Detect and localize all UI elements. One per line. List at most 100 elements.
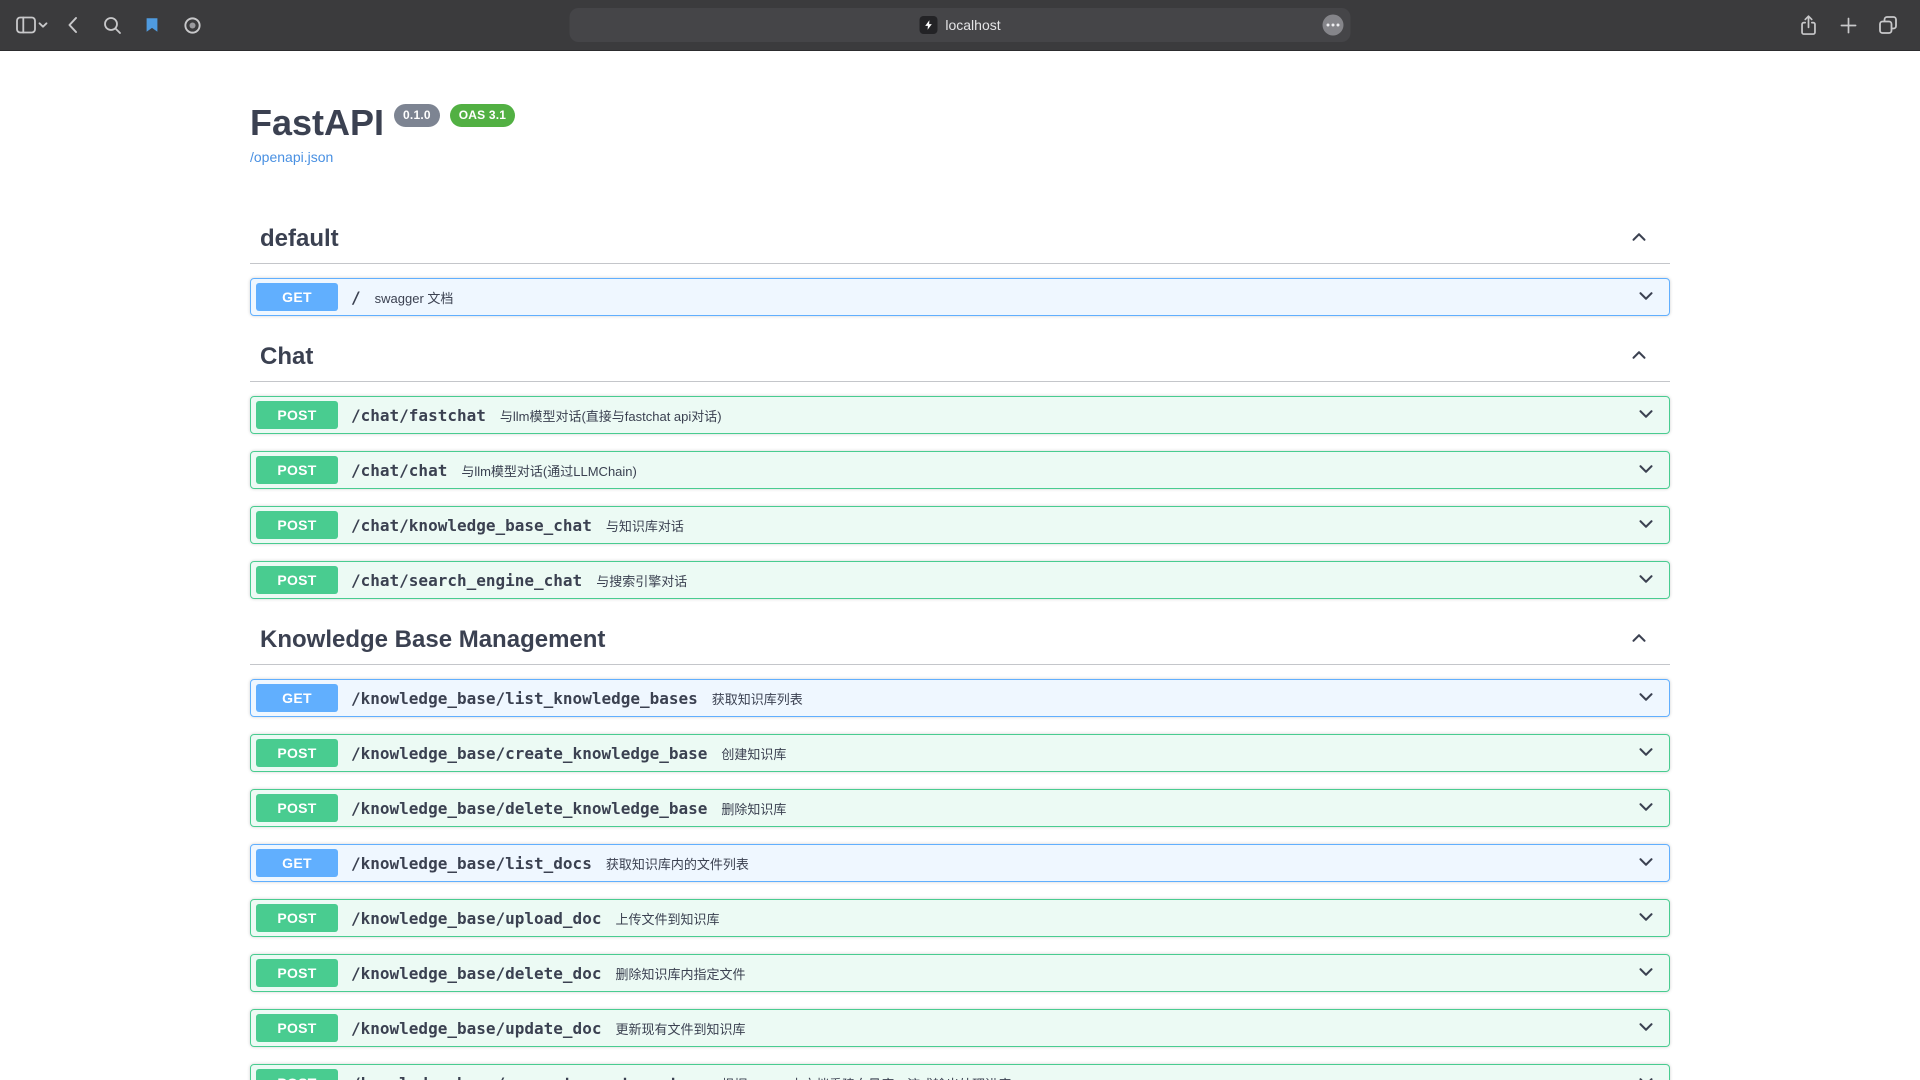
api-section: Knowledge Base Management GET /knowledge… bbox=[250, 616, 1670, 1080]
operation-path: /knowledge_base/upload_doc bbox=[351, 909, 601, 928]
operation-row[interactable]: POST /knowledge_base/delete_knowledge_ba… bbox=[250, 789, 1670, 827]
operation-summary: 更新现有文件到知识库 bbox=[615, 1019, 745, 1038]
operation-row[interactable]: POST /knowledge_base/upload_doc 上传文件到知识库 bbox=[250, 899, 1670, 937]
method-badge: POST bbox=[256, 456, 338, 484]
search-button[interactable] bbox=[94, 7, 130, 43]
back-button[interactable] bbox=[54, 7, 90, 43]
chevron-down-icon bbox=[1635, 741, 1657, 766]
api-info-block: FastAPI 0.1.0 OAS 3.1 /openapi.json bbox=[250, 101, 1670, 167]
site-favicon-bolt-icon bbox=[919, 16, 937, 34]
chevron-down-icon bbox=[1635, 285, 1657, 310]
expand-operation-button[interactable] bbox=[1629, 905, 1659, 932]
plus-icon bbox=[1840, 17, 1857, 34]
chevron-up-icon bbox=[1628, 226, 1650, 253]
api-title: FastAPI 0.1.0 OAS 3.1 bbox=[250, 101, 1670, 144]
method-badge: POST bbox=[256, 1069, 338, 1080]
openapi-spec-link[interactable]: /openapi.json bbox=[250, 149, 333, 165]
operation-row[interactable]: POST /chat/search_engine_chat 与搜索引擎对话 bbox=[250, 561, 1670, 599]
section-title: Knowledge Base Management bbox=[260, 626, 605, 654]
operation-row[interactable]: GET / swagger 文档 bbox=[250, 278, 1670, 316]
operation-row[interactable]: POST /chat/fastchat 与llm模型对话(直接与fastchat… bbox=[250, 396, 1670, 434]
method-badge: POST bbox=[256, 794, 338, 822]
ellipsis-icon bbox=[1327, 24, 1330, 27]
browser-toolbar: localhost bbox=[0, 0, 1920, 51]
expand-operation-button[interactable] bbox=[1629, 795, 1659, 822]
extension-record-button[interactable] bbox=[174, 7, 210, 43]
expand-operation-button[interactable] bbox=[1629, 402, 1659, 429]
operations: POST /chat/fastchat 与llm模型对话(直接与fastchat… bbox=[250, 396, 1670, 599]
operation-row[interactable]: POST /chat/chat 与llm模型对话(通过LLMChain) bbox=[250, 451, 1670, 489]
operation-summary: swagger 文档 bbox=[375, 288, 454, 307]
operation-summary: 删除知识库内指定文件 bbox=[615, 964, 745, 983]
operation-path: /knowledge_base/list_knowledge_bases bbox=[351, 689, 698, 708]
operation-summary: 创建知识库 bbox=[721, 744, 786, 763]
method-badge: POST bbox=[256, 401, 338, 429]
chevron-down-icon bbox=[38, 21, 48, 29]
expand-operation-button[interactable] bbox=[1629, 567, 1659, 594]
operation-path: /chat/knowledge_base_chat bbox=[351, 516, 592, 535]
operation-summary: 根据content中文档重建向量库，流式输出处理进度。 bbox=[721, 1074, 1024, 1080]
operation-summary: 与llm模型对话(通过LLMChain) bbox=[461, 461, 637, 480]
method-badge: POST bbox=[256, 904, 338, 932]
expand-operation-button[interactable] bbox=[1629, 740, 1659, 767]
operations: GET / swagger 文档 bbox=[250, 278, 1670, 316]
chevron-down-icon bbox=[1635, 513, 1657, 538]
search-icon bbox=[103, 16, 122, 35]
method-badge: POST bbox=[256, 566, 338, 594]
method-badge: POST bbox=[256, 511, 338, 539]
sidebar-toggle-button[interactable] bbox=[14, 7, 50, 43]
chevron-down-icon bbox=[1635, 961, 1657, 986]
operation-path: /knowledge_base/delete_doc bbox=[351, 964, 601, 983]
operation-row[interactable]: POST /knowledge_base/recreate_vector_sto… bbox=[250, 1064, 1670, 1080]
sections: default GET / swagger 文档 Chat POST /chat… bbox=[250, 215, 1670, 1080]
operation-path: /knowledge_base/delete_knowledge_base bbox=[351, 799, 707, 818]
extensions-menu-button[interactable] bbox=[1323, 15, 1344, 36]
expand-operation-button[interactable] bbox=[1629, 1015, 1659, 1042]
sidebar-icon bbox=[16, 16, 36, 34]
section-header[interactable]: Chat bbox=[250, 333, 1670, 382]
section-header[interactable]: default bbox=[250, 215, 1670, 264]
swagger-wrapper: FastAPI 0.1.0 OAS 3.1 /openapi.json defa… bbox=[230, 101, 1690, 1080]
method-badge: GET bbox=[256, 283, 338, 311]
expand-operation-button[interactable] bbox=[1629, 457, 1659, 484]
chevron-down-icon bbox=[1635, 568, 1657, 593]
operation-row[interactable]: POST /knowledge_base/update_doc 更新现有文件到知… bbox=[250, 1009, 1670, 1047]
operation-row[interactable]: POST /knowledge_base/create_knowledge_ba… bbox=[250, 734, 1670, 772]
new-tab-button[interactable] bbox=[1830, 7, 1866, 43]
expand-operation-button[interactable] bbox=[1629, 1070, 1659, 1080]
operation-row[interactable]: POST /chat/knowledge_base_chat 与知识库对话 bbox=[250, 506, 1670, 544]
chevron-down-icon bbox=[1635, 851, 1657, 876]
chevron-down-icon bbox=[1635, 403, 1657, 428]
operation-row[interactable]: GET /knowledge_base/list_knowledge_bases… bbox=[250, 679, 1670, 717]
operation-path: /chat/search_engine_chat bbox=[351, 571, 582, 590]
tab-overview-button[interactable] bbox=[1870, 7, 1906, 43]
chevron-down-icon bbox=[1635, 796, 1657, 821]
operation-path: /chat/fastchat bbox=[351, 406, 486, 425]
operation-path: / bbox=[351, 288, 361, 307]
extension-bookmark-button[interactable] bbox=[134, 7, 170, 43]
bookmark-icon bbox=[143, 16, 161, 34]
expand-operation-button[interactable] bbox=[1629, 850, 1659, 877]
expand-operation-button[interactable] bbox=[1629, 284, 1659, 311]
expand-operation-button[interactable] bbox=[1629, 685, 1659, 712]
method-badge: GET bbox=[256, 849, 338, 877]
operation-row[interactable]: POST /knowledge_base/delete_doc 删除知识库内指定… bbox=[250, 954, 1670, 992]
share-icon bbox=[1799, 14, 1818, 37]
address-bar[interactable]: localhost bbox=[570, 8, 1351, 42]
chevron-up-icon bbox=[1628, 344, 1650, 371]
method-badge: POST bbox=[256, 959, 338, 987]
operation-row[interactable]: GET /knowledge_base/list_docs 获取知识库内的文件列… bbox=[250, 844, 1670, 882]
section-header[interactable]: Knowledge Base Management bbox=[250, 616, 1670, 665]
method-badge: POST bbox=[256, 1014, 338, 1042]
share-button[interactable] bbox=[1790, 7, 1826, 43]
operation-path: /knowledge_base/list_docs bbox=[351, 854, 592, 873]
api-section: default GET / swagger 文档 bbox=[250, 215, 1670, 316]
chevron-down-icon bbox=[1635, 1016, 1657, 1041]
expand-operation-button[interactable] bbox=[1629, 960, 1659, 987]
method-badge: GET bbox=[256, 684, 338, 712]
operation-summary: 获取知识库列表 bbox=[712, 689, 803, 708]
expand-operation-button[interactable] bbox=[1629, 512, 1659, 539]
api-title-text: FastAPI bbox=[250, 101, 384, 144]
operations: GET /knowledge_base/list_knowledge_bases… bbox=[250, 679, 1670, 1080]
chevron-down-icon bbox=[1635, 686, 1657, 711]
